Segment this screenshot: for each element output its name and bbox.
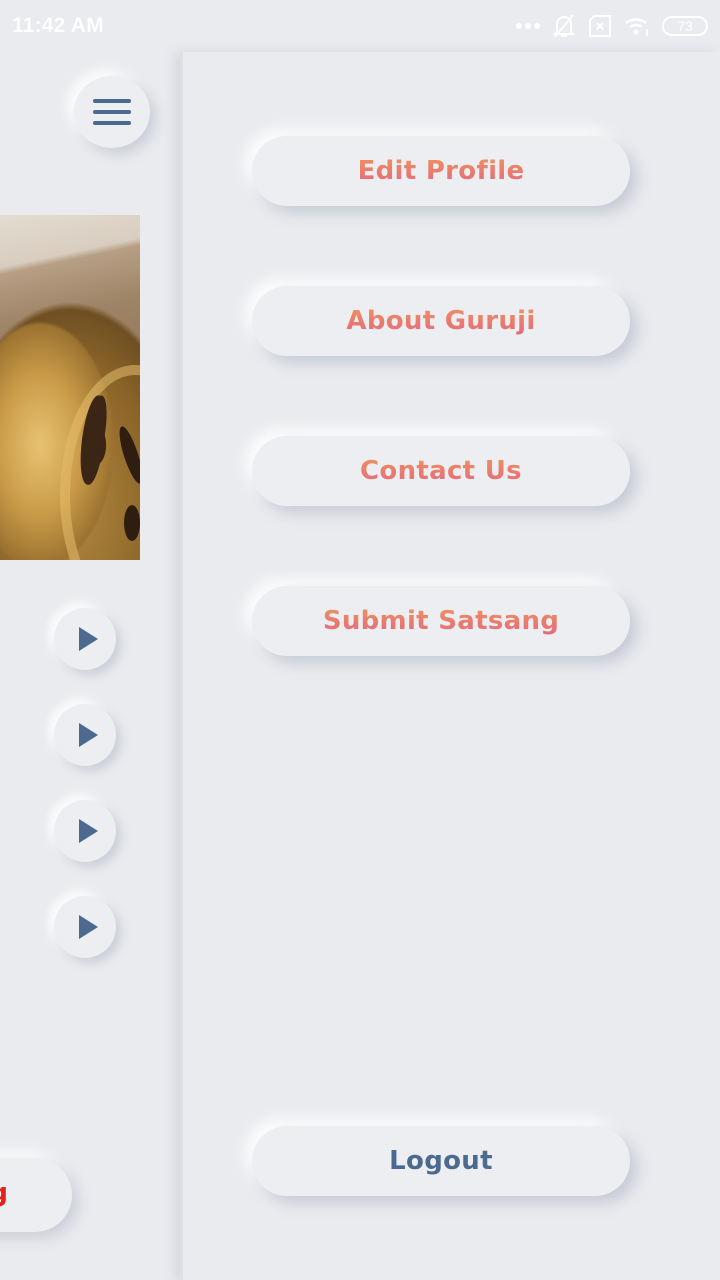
submit-satsang-label: Submit Satsang	[322, 606, 560, 636]
battery-icon: 73	[662, 16, 708, 36]
battery-level: 73	[677, 18, 693, 34]
app-screen: 11:42 AM 73 Edit Profile About Guruji Co…	[0, 0, 720, 1280]
bottom-action-label: g	[0, 1178, 8, 1208]
play-icon	[78, 723, 98, 747]
notifications-muted-icon	[552, 13, 576, 39]
about-guruji-label: About Guruji	[346, 306, 536, 336]
more-dots-icon	[516, 22, 540, 30]
about-guruji-button[interactable]: About Guruji	[252, 286, 630, 356]
logout-label: Logout	[389, 1146, 493, 1176]
navigation-drawer: Edit Profile About Guruji Contact Us Sub…	[180, 52, 720, 1280]
edit-profile-label: Edit Profile	[357, 156, 525, 186]
bottom-action-button[interactable]: g	[0, 1158, 72, 1232]
play-icon	[78, 819, 98, 843]
status-icons: 73	[516, 13, 708, 39]
contact-us-button[interactable]: Contact Us	[252, 436, 630, 506]
drawer-divider	[180, 52, 183, 1280]
wifi-icon	[624, 15, 650, 37]
hamburger-menu-icon	[93, 99, 131, 125]
contact-us-label: Contact Us	[360, 456, 522, 486]
sim-off-icon	[588, 15, 612, 37]
logout-button[interactable]: Logout	[252, 1126, 630, 1196]
audio-list	[54, 608, 116, 992]
play-icon	[78, 627, 98, 651]
play-button[interactable]	[54, 608, 116, 670]
status-time: 11:42 AM	[12, 14, 104, 37]
hero-image	[0, 215, 140, 560]
menu-button[interactable]	[74, 76, 150, 148]
play-button[interactable]	[54, 704, 116, 766]
submit-satsang-button[interactable]: Submit Satsang	[252, 586, 630, 656]
play-button[interactable]	[54, 896, 116, 958]
status-bar: 11:42 AM 73	[0, 0, 720, 52]
play-icon	[78, 915, 98, 939]
edit-profile-button[interactable]: Edit Profile	[252, 136, 630, 206]
main-screen-panel: g	[0, 52, 180, 1280]
play-button[interactable]	[54, 800, 116, 862]
